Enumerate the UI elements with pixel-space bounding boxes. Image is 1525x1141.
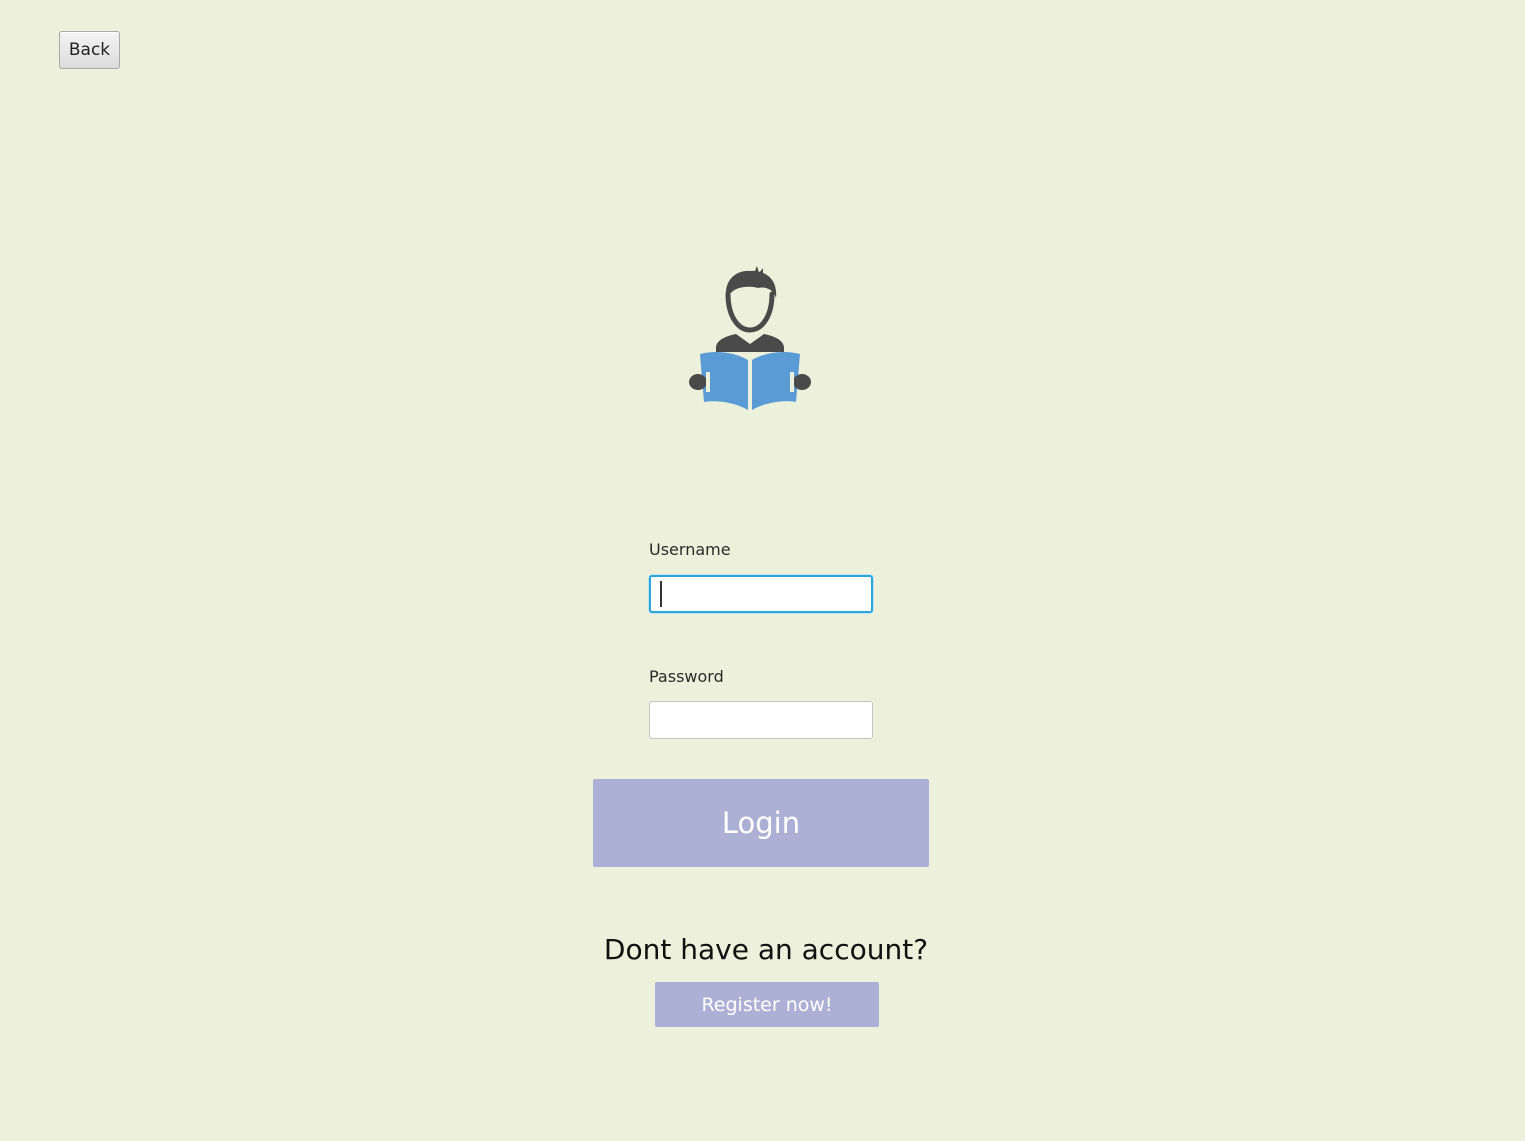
register-button[interactable]: Register now! — [655, 982, 879, 1027]
username-input[interactable] — [649, 575, 873, 613]
text-cursor — [660, 581, 662, 607]
login-button[interactable]: Login — [593, 779, 929, 867]
password-input[interactable] — [649, 701, 873, 739]
password-label: Password — [649, 667, 724, 686]
register-prompt: Dont have an account? — [603, 933, 929, 966]
reader-with-book-icon — [686, 264, 814, 414]
username-label: Username — [649, 540, 731, 559]
back-button[interactable]: Back — [59, 31, 120, 69]
